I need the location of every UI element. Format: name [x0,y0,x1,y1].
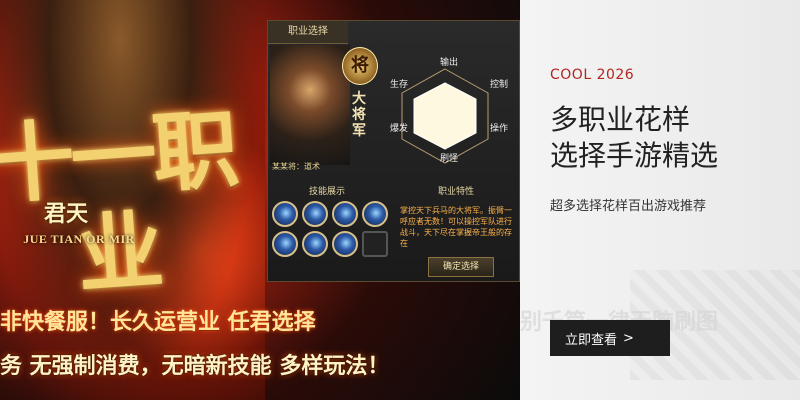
skill-grid [272,201,392,257]
panel-title: 职业选择 [268,21,348,44]
radar-label-farming: 刷怪 [440,154,459,164]
character-portrait [270,45,350,165]
skill-icon [332,231,358,257]
radar-label-burst: 爆发 [390,124,409,134]
banner-subtitle-en: JUE TIAN OR MIR [23,232,135,246]
class-select-panel: 职业选择 将 大将军 输出 控制 操作 刷怪 爆发 生存 某某将：道术 技能展示… [267,20,520,282]
banner-slogan-2: 务 无强制消费，无暗新技能 多样玩法！ [0,353,390,379]
headline-line-2: 选择手游精选 [550,139,719,172]
radar-label-control: 控制 [490,80,509,90]
skill-icon [272,231,298,257]
skill-section-header: 技能展示 [308,187,345,197]
skill-icon [302,201,328,227]
radar-label-output: 输出 [440,58,459,68]
skill-icon [272,201,298,227]
confirm-select-button: 确定选择 [428,257,494,277]
headline-line-1: 多职业花样 [550,103,691,136]
skill-icon [302,231,328,257]
class-description: 掌控天下兵马的大将军。振臂一呼应者无数！可以操控军队进行战斗，天下尽在掌握帝王般… [400,206,512,248]
view-now-button[interactable]: 立即查看 > [550,320,670,356]
empty-skill-slot [362,231,388,257]
skill-icon [362,201,388,227]
class-section-header: 职业特性 [437,187,474,197]
character-name: 某某将：道术 [272,162,320,171]
rank-badge: 将 [342,47,378,85]
skill-icon [332,201,358,227]
promo-headline: 多职业花样 选择手游精选 [550,102,790,174]
banner-slogan-1: 非快餐服！长久运营业 任君选择 [0,309,316,335]
radar-label-operation: 操作 [490,124,509,134]
game-banner-image[interactable]: 十一职业 君天 JUE TIAN OR MIR 职业选择 将 大将军 输出 控制… [0,0,520,400]
banner-subtitle-cn: 君天 [43,201,88,227]
rank-title: 大将军 [352,91,366,139]
chevron-right-icon: > [623,330,634,346]
view-now-label: 立即查看 [565,332,618,348]
promo-tag: COOL 2026 [550,67,635,83]
promo-card: 别千篇一律无脑刷图 COOL 2026 多职业花样 选择手游精选 超多选择花样百… [520,0,800,400]
promo-subline: 超多选择花样百出游戏推荐 [550,199,707,214]
radar-label-survival: 生存 [390,80,409,90]
